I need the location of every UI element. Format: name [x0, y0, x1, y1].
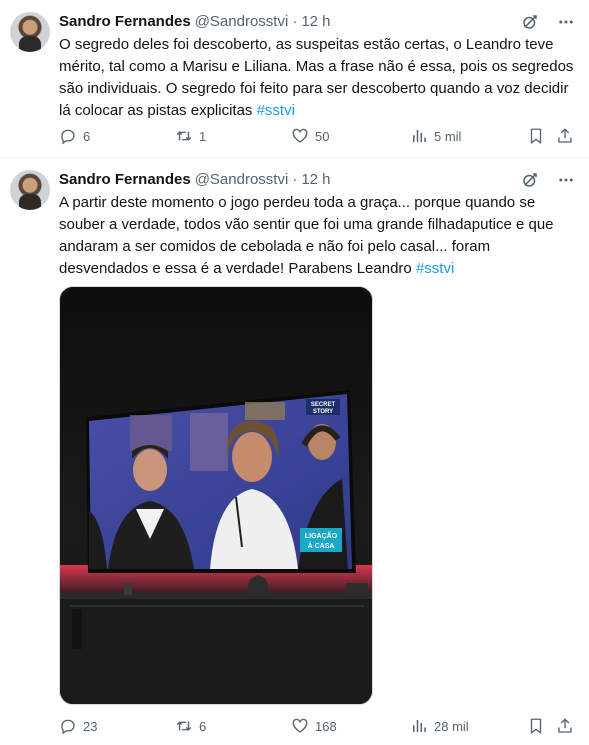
bookmark-button[interactable] [527, 126, 545, 146]
bookmark-icon [530, 718, 542, 735]
like-count: 50 [315, 128, 330, 144]
tweet-photo[interactable]: SECRET STORY LIGAÇÃO À CASA [59, 286, 373, 705]
repost-icon [176, 131, 192, 141]
reply-button[interactable]: 6 [59, 126, 90, 146]
repost-button[interactable]: 6 [175, 716, 206, 736]
tv-logo-line2: STORY [313, 409, 333, 415]
author-name[interactable]: Sandro Fernandes [59, 170, 191, 190]
tv-logo-line1: SECRET [311, 402, 336, 408]
repost-count: 6 [199, 718, 207, 734]
like-icon [292, 718, 308, 733]
share-button[interactable] [556, 126, 574, 146]
tv-photo-image: SECRET STORY LIGAÇÃO À CASA [60, 287, 372, 704]
tweet-body: O segredo deles foi descoberto, as suspe… [59, 36, 574, 119]
author-handle[interactable]: @Sandrosstvi [195, 170, 289, 190]
grok-icon[interactable] [521, 171, 539, 189]
reply-button[interactable]: 23 [59, 716, 97, 736]
tweet-body: A partir deste momento o jogo perdeu tod… [59, 194, 554, 277]
hashtag-link[interactable]: #sstvi [257, 102, 295, 119]
tweet[interactable]: Sandro Fernandes @Sandrosstvi · 12 h O s… [0, 0, 589, 158]
author-name[interactable]: Sandro Fernandes [59, 12, 191, 32]
like-count: 168 [315, 718, 337, 734]
avatar[interactable] [10, 170, 50, 210]
tweet-text: A partir deste momento o jogo perdeu tod… [59, 192, 579, 280]
repost-icon [176, 721, 192, 731]
share-icon [558, 718, 572, 733]
bookmark-button[interactable] [527, 716, 545, 736]
tv-caption-line2: À CASA [308, 541, 335, 550]
tweet[interactable]: Sandro Fernandes @Sandrosstvi · 12 h A p… [0, 158, 589, 745]
views-count: 28 mil [434, 718, 469, 734]
hashtag-link[interactable]: #sstvi [416, 260, 454, 277]
separator-dot: · [292, 13, 298, 30]
views-button[interactable]: 28 mil [410, 716, 469, 736]
views-icon [413, 720, 426, 732]
tweet-header: Sandro Fernandes @Sandrosstvi · 12 h [59, 170, 579, 190]
reply-count: 6 [83, 128, 91, 144]
reply-icon [61, 129, 75, 145]
timestamp[interactable]: 12 h [301, 170, 330, 190]
separator-dot: · [292, 171, 298, 188]
author-handle[interactable]: @Sandrosstvi [195, 12, 289, 32]
more-icon[interactable] [557, 13, 575, 31]
share-button[interactable] [556, 716, 574, 736]
like-icon [292, 128, 308, 143]
action-bar: 6 1 50 5 mil [59, 126, 579, 146]
repost-count: 1 [199, 128, 207, 144]
reply-icon [61, 719, 75, 735]
repost-button[interactable]: 1 [175, 126, 206, 146]
tv-caption-line1: LIGAÇÃO [305, 531, 338, 540]
like-button[interactable]: 50 [291, 126, 329, 146]
reply-count: 23 [83, 718, 98, 734]
like-button[interactable]: 168 [291, 716, 337, 736]
views-count: 5 mil [434, 128, 462, 144]
tweet-text: O segredo deles foi descoberto, as suspe… [59, 34, 579, 122]
timestamp[interactable]: 12 h [301, 12, 330, 32]
views-button[interactable]: 5 mil [410, 126, 461, 146]
bookmark-icon [530, 128, 542, 145]
views-icon [413, 130, 426, 142]
share-icon [558, 128, 572, 143]
action-bar: 23 6 168 28 mil [59, 716, 579, 736]
avatar[interactable] [10, 12, 50, 52]
tweet-header: Sandro Fernandes @Sandrosstvi · 12 h [59, 12, 579, 32]
grok-icon[interactable] [521, 13, 539, 31]
more-icon[interactable] [557, 171, 575, 189]
